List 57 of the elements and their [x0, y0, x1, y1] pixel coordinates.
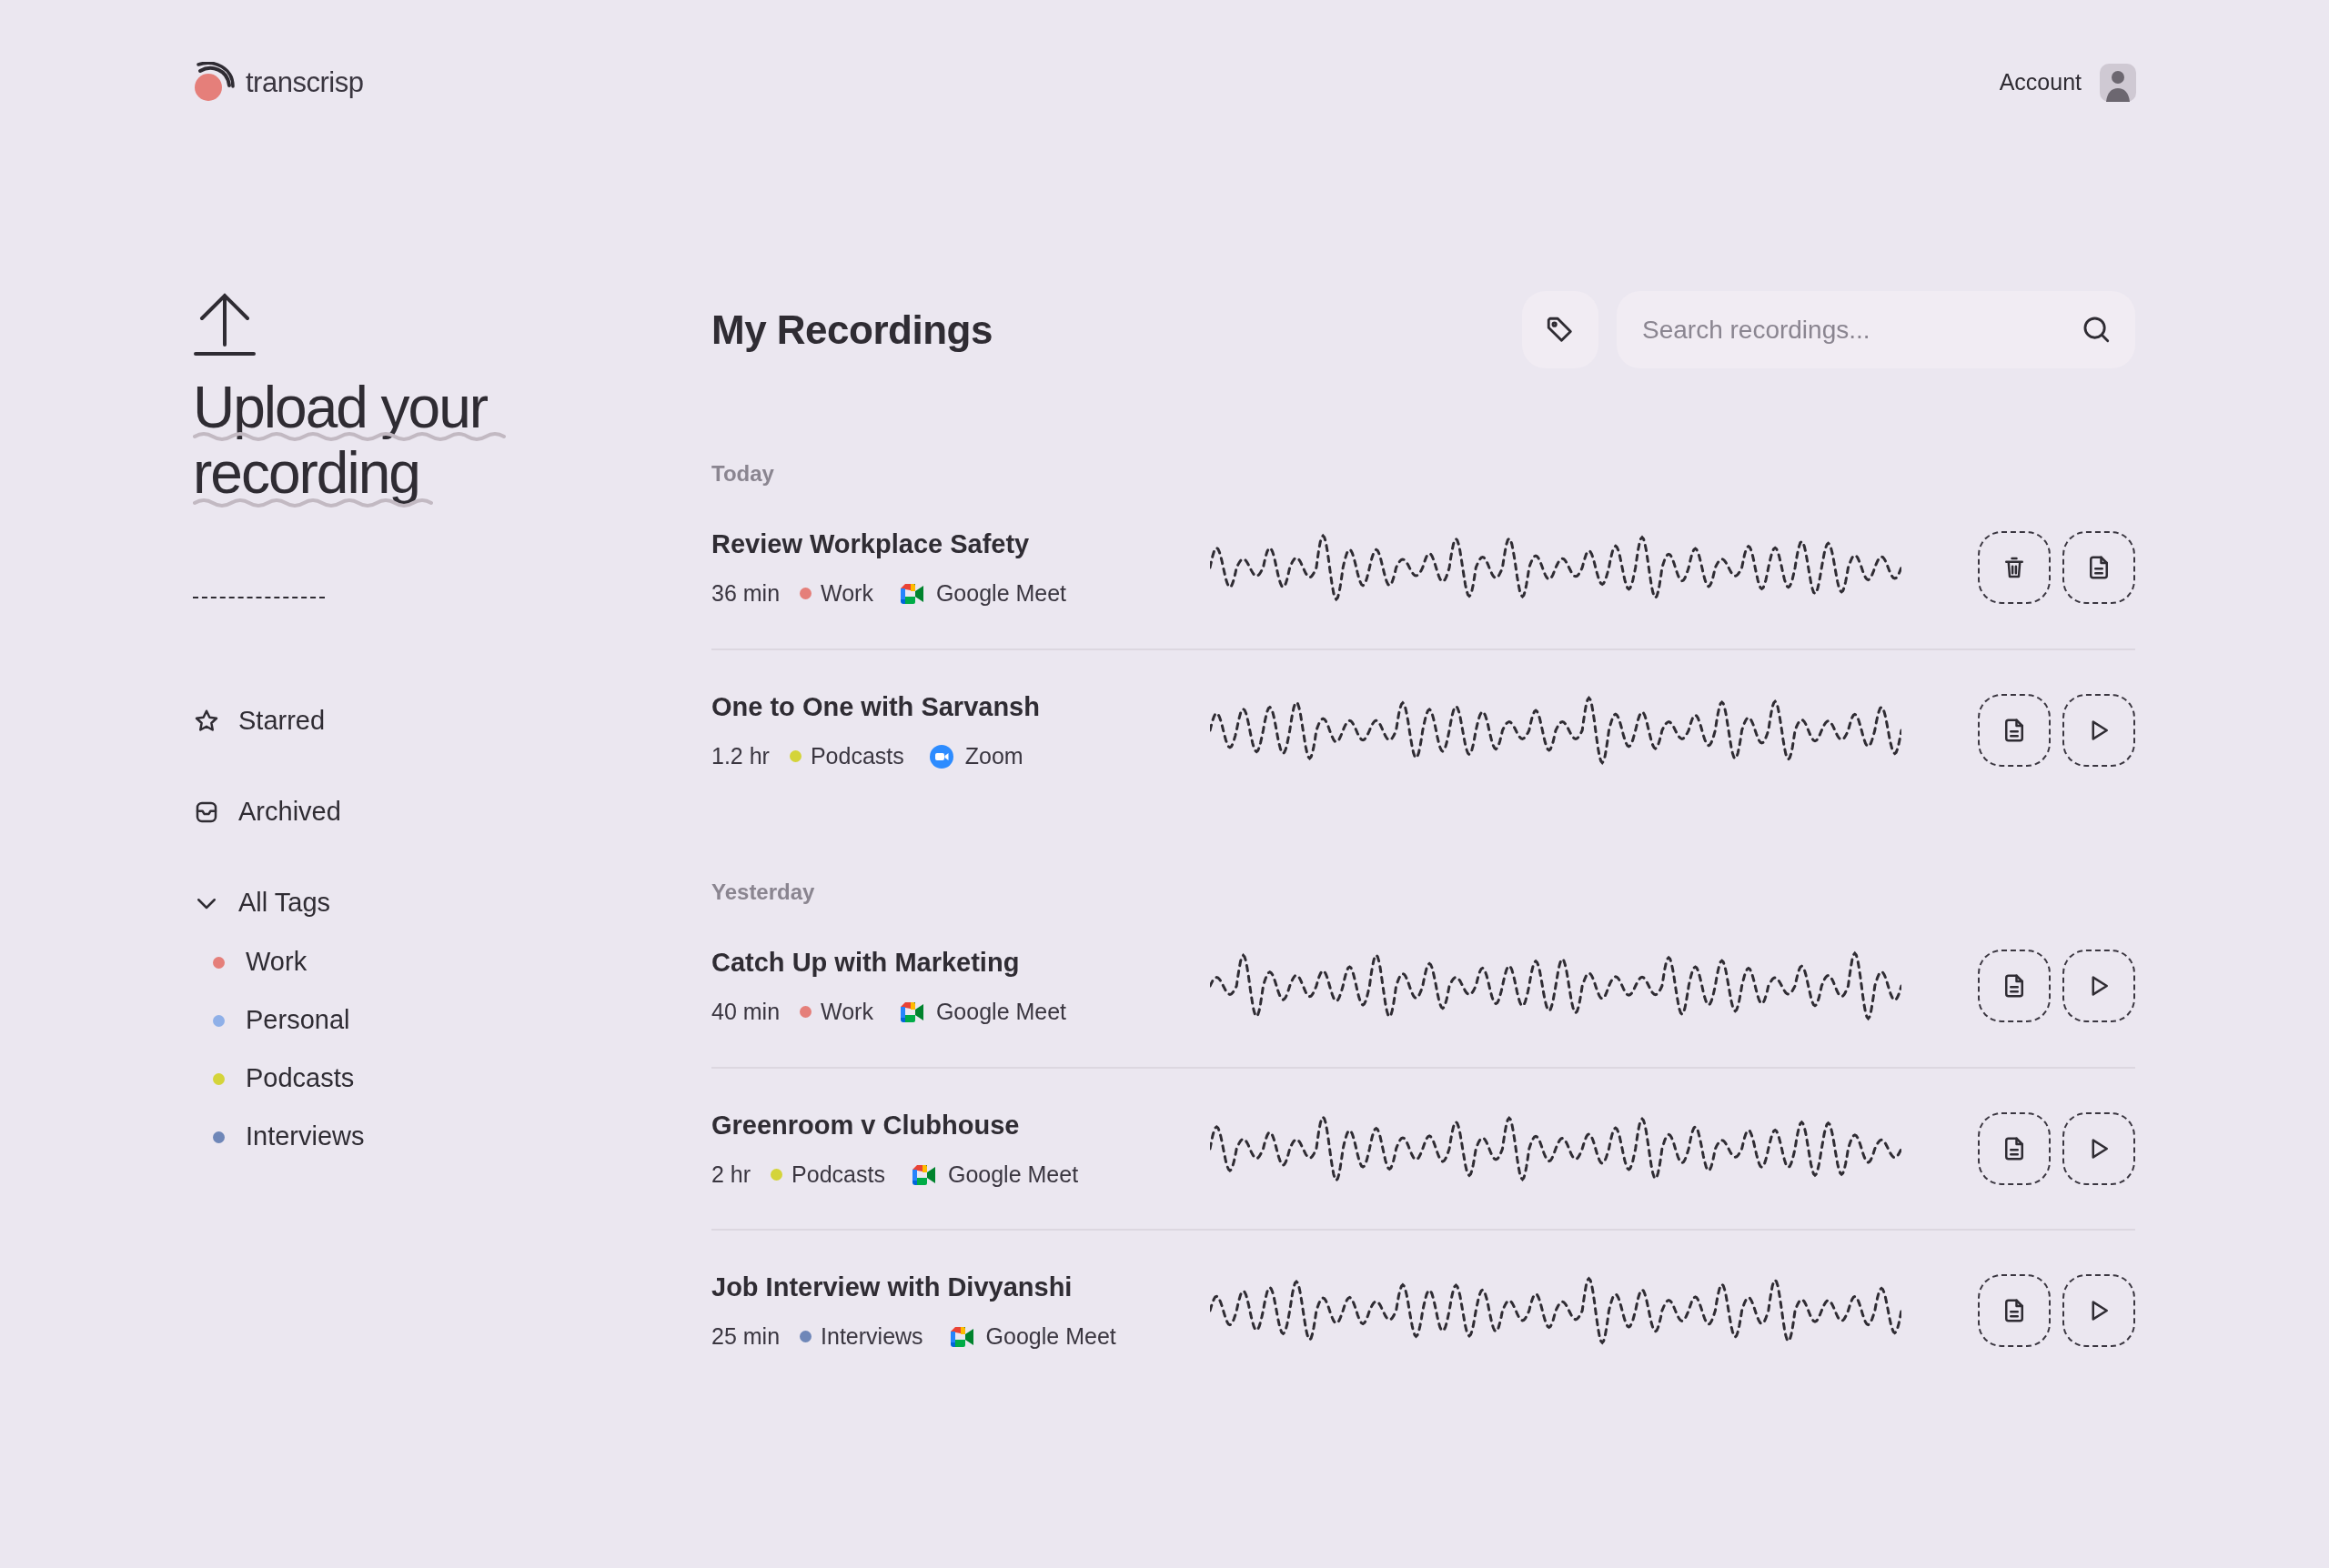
platform-label: Zoom — [964, 742, 1023, 770]
page-title: My Recordings — [711, 306, 993, 354]
tag-label: Interviews — [246, 1121, 365, 1153]
nav-item[interactable]: Archived — [193, 789, 711, 835]
duration: 40 min — [711, 998, 781, 1026]
search-field[interactable]: Search recordings... — [1617, 291, 2135, 368]
tag-label: Work — [821, 579, 873, 608]
recording-title[interactable]: Review Workplace Safety — [711, 524, 1210, 564]
tag-item[interactable]: Personal — [213, 1000, 711, 1040]
platform-label: Google Meet — [985, 1322, 1116, 1351]
avatar-icon[interactable] — [2100, 64, 2136, 102]
transcript-button[interactable] — [1978, 1274, 2051, 1347]
tag-label: Podcasts — [246, 1062, 355, 1095]
account-link[interactable]: Account — [1999, 65, 2082, 100]
play-button[interactable] — [2062, 1112, 2135, 1185]
brand-name: transcrisp — [246, 65, 364, 100]
logo-icon — [193, 62, 237, 104]
upload-heading[interactable]: Upload your recording — [193, 375, 520, 506]
tag-label: Work — [246, 946, 308, 979]
video-camera-icon — [929, 744, 953, 769]
tag-filter-button[interactable] — [1522, 291, 1598, 368]
group-label: Yesterday — [711, 879, 816, 905]
tag-label: Podcasts — [810, 742, 904, 770]
tag-item[interactable]: Interviews — [213, 1117, 711, 1157]
transcript-button[interactable] — [1978, 950, 2051, 1022]
recording-title[interactable]: Greenroom v Clubhouse — [711, 1105, 1210, 1145]
group-label: Today — [711, 461, 775, 487]
upload-icon[interactable] — [193, 291, 257, 357]
play-button[interactable] — [2062, 694, 2135, 767]
play-button[interactable] — [2062, 1274, 2135, 1347]
tags-toggle[interactable]: All Tags — [193, 880, 711, 926]
tag-item[interactable]: Work — [213, 942, 711, 982]
platform-label: Google Meet — [935, 579, 1067, 608]
platform-label: Google Meet — [947, 1161, 1079, 1189]
tag-item[interactable]: Podcasts — [213, 1059, 711, 1099]
video-camera-icon — [948, 1325, 974, 1348]
duration: 1.2 hr — [711, 742, 770, 770]
play-button[interactable] — [2062, 950, 2135, 1022]
recording-title[interactable]: Job Interview with Divyanshi — [711, 1267, 1210, 1307]
duration: 2 hr — [711, 1161, 751, 1189]
tag-label: Personal — [246, 1004, 350, 1037]
duration: 25 min — [711, 1322, 781, 1351]
delete-button[interactable] — [1978, 531, 2051, 604]
transcript-button[interactable] — [1978, 694, 2051, 767]
recording-title[interactable]: One to One with Sarvansh — [711, 687, 1210, 727]
tag-label: Interviews — [821, 1322, 923, 1351]
nav-item[interactable]: Starred — [193, 699, 711, 744]
platform-label: Google Meet — [935, 998, 1067, 1026]
recording-title[interactable]: Catch Up with Marketing — [711, 942, 1210, 982]
tag-label: Podcasts — [791, 1161, 885, 1189]
transcript-button[interactable] — [2062, 531, 2135, 604]
transcript-button[interactable] — [1978, 1112, 2051, 1185]
duration: 36 min — [711, 579, 781, 608]
video-camera-icon — [898, 1000, 924, 1023]
tag-label: Work — [821, 998, 873, 1026]
video-camera-icon — [898, 582, 924, 605]
video-camera-icon — [910, 1163, 936, 1186]
